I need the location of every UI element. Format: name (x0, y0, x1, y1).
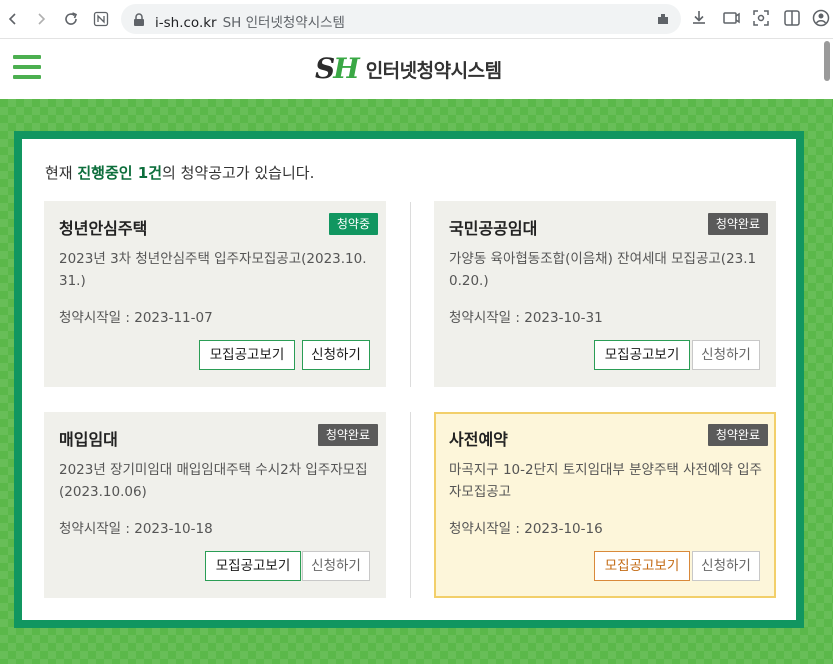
card-description: 가양동 육아협동조합(이음채) 잔여세대 모집공고(23.10.20.) (449, 251, 757, 289)
logo-mark: SH (315, 52, 360, 85)
download-icon[interactable] (690, 9, 710, 29)
view-notice-button[interactable]: 모집공고보기 (199, 340, 295, 370)
logo-title: 인터넷청약시스템 (365, 59, 502, 82)
status-badge: 청약완료 (317, 424, 378, 446)
back-icon[interactable] (2, 8, 24, 30)
card-description: 마곡지구 10-2단지 토지임대부 분양주택 사전예약 입주자모집공고 (449, 462, 762, 500)
status-badge: 청약완료 (707, 213, 768, 235)
apply-button[interactable]: 신청하기 (302, 551, 370, 581)
lock-icon[interactable] (133, 12, 145, 31)
scrollbar-thumb[interactable] (824, 41, 830, 81)
site-header: SH 인터넷청약시스템 (0, 39, 833, 99)
card-description: 2023년 3차 청년안심주택 입주자모집공고(2023.10.31.) (59, 251, 367, 289)
divider (410, 412, 411, 598)
card-start-date: 청약시작일 : 2023-10-31 (449, 310, 603, 326)
card-title: 청년안심주택 (59, 219, 148, 238)
screenshot-icon[interactable] (752, 9, 772, 29)
notice-card-pre-reservation: 사전예약 청약완료 마곡지구 10-2단지 토지임대부 분양주택 사전예약 입주… (434, 412, 776, 598)
naver-extension-icon[interactable] (90, 8, 112, 30)
address-bar[interactable]: i-sh.co.kr SH 인터넷청약시스템 (121, 4, 681, 34)
card-title: 사전예약 (449, 430, 508, 449)
cast-icon[interactable] (722, 9, 742, 29)
notice-card-purchase-rental: 매입임대 청약완료 2023년 장기미임대 매입임대주택 수시2차 입주자모집(… (44, 412, 386, 598)
apply-button[interactable]: 신청하기 (692, 551, 760, 581)
notice-card-youth-housing: 청년안심주택 청약중 2023년 3차 청년안심주택 입주자모집공고(2023.… (44, 201, 386, 387)
status-badge: 청약완료 (707, 424, 768, 446)
card-title: 국민공공임대 (449, 219, 538, 238)
view-notice-button[interactable]: 모집공고보기 (594, 551, 690, 581)
active-count: 진행중인 1건 (77, 164, 163, 182)
view-notice-button[interactable]: 모집공고보기 (205, 551, 301, 581)
forward-icon[interactable] (30, 8, 52, 30)
menu-icon[interactable] (13, 55, 41, 81)
apply-button[interactable]: 신청하기 (692, 340, 760, 370)
notice-summary: 현재 진행중인 1건의 청약공고가 있습니다. (45, 164, 315, 182)
notice-card-public-rental: 국민공공임대 청약완료 가양동 육아협동조합(이음채) 잔여세대 모집공고(23… (434, 201, 776, 387)
browser-toolbar: i-sh.co.kr SH 인터넷청약시스템 (0, 0, 833, 39)
reload-icon[interactable] (60, 8, 82, 30)
divider (410, 202, 411, 387)
card-start-date: 청약시작일 : 2023-10-16 (449, 521, 603, 537)
card-start-date: 청약시작일 : 2023-10-18 (59, 521, 213, 537)
extensions-puzzle-icon[interactable] (655, 11, 671, 31)
card-title: 매입임대 (59, 430, 118, 449)
view-notice-button[interactable]: 모집공고보기 (594, 340, 690, 370)
sidebar-icon[interactable] (783, 9, 803, 29)
profile-icon[interactable] (812, 9, 832, 29)
page-scrollbar[interactable] (821, 39, 833, 664)
url-text: i-sh.co.kr SH 인터넷청약시스템 (155, 15, 345, 31)
apply-button[interactable]: 신청하기 (302, 340, 370, 370)
sh-logo[interactable]: SH 인터넷청약시스템 (315, 52, 502, 86)
card-description: 2023년 장기미임대 매입임대주택 수시2차 입주자모집(2023.10.06… (59, 462, 368, 500)
card-start-date: 청약시작일 : 2023-11-07 (59, 310, 213, 326)
status-badge: 청약중 (328, 213, 378, 235)
